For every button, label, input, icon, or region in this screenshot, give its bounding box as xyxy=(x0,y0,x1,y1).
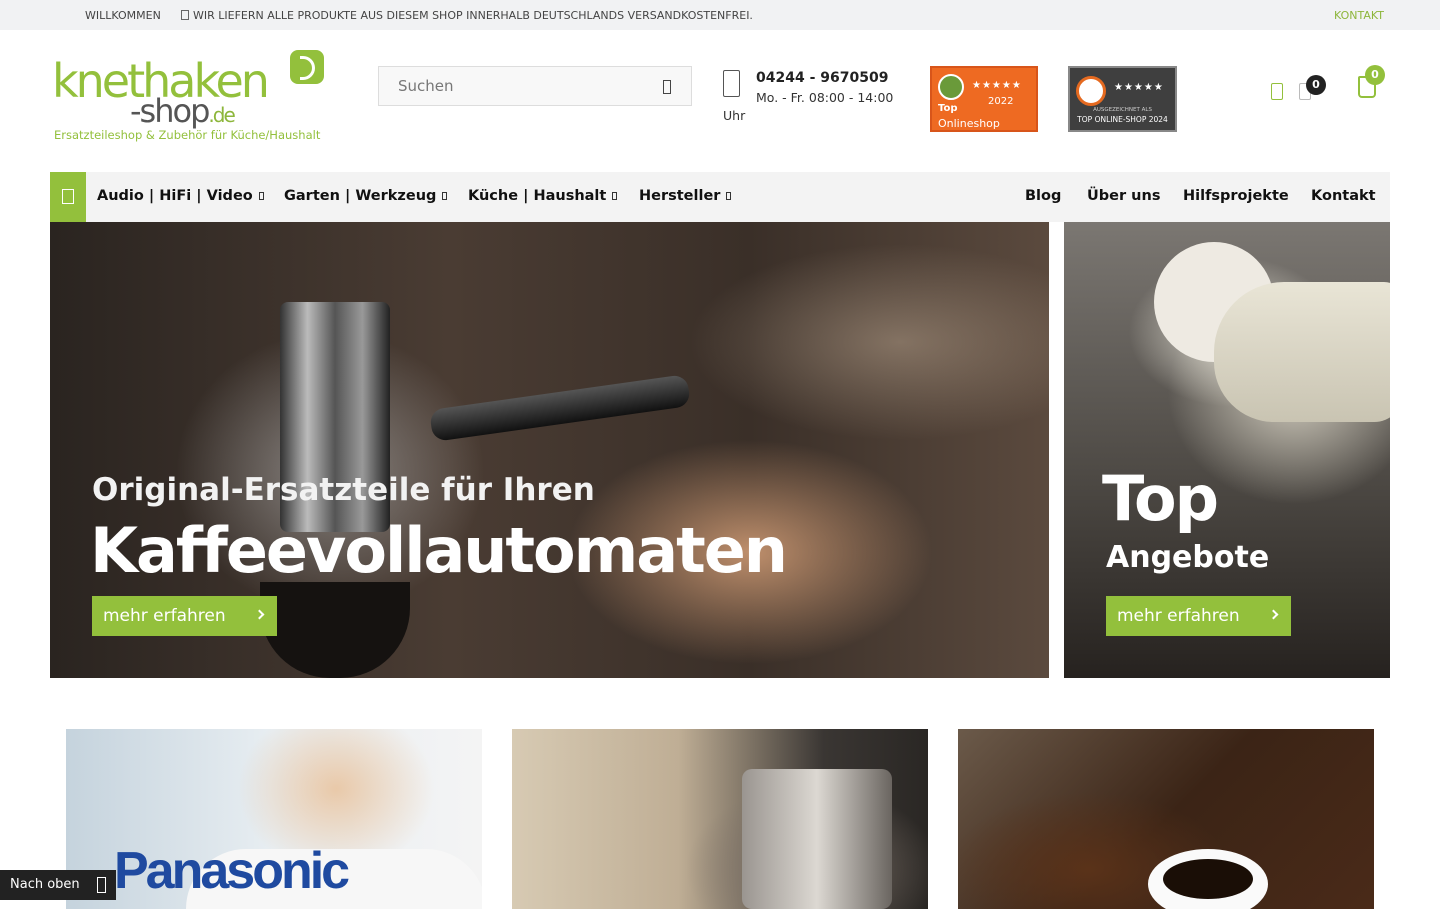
nav-item-hilfsprojekte[interactable]: Hilfsprojekte xyxy=(1183,188,1289,204)
logo-shop-text: -shop xyxy=(130,92,210,130)
back-to-top-button[interactable]: Nach oben xyxy=(0,870,116,900)
chevron-down-icon xyxy=(726,192,732,200)
opening-hours-suffix: Uhr xyxy=(723,108,746,123)
search-icon xyxy=(663,80,671,94)
logo-word-shop: -shop.de xyxy=(130,92,236,130)
panasonic-logo: Panasonic xyxy=(114,842,350,900)
side-banner-title: Top xyxy=(1102,462,1219,535)
badge-stars: ★★★★★ xyxy=(1114,82,1164,93)
badge-year: 2022 xyxy=(988,96,1014,107)
chevron-down-icon xyxy=(442,192,448,200)
badge-top-label: Top xyxy=(938,103,958,114)
nav-item-ueber-uns[interactable]: Über uns xyxy=(1087,188,1160,204)
badge-small-caption: AUSGEZEICHNET ALS xyxy=(1093,107,1152,113)
top-info-bar: WILLKOMMEN WIR LIEFERN ALLE PRODUKTE AUS… xyxy=(0,0,1440,30)
badge-stars: ★★★★★ xyxy=(972,80,1022,91)
arrow-up-icon xyxy=(97,877,106,893)
phone-icon xyxy=(723,70,740,97)
side-banner-top-angebote[interactable]: Top Angebote mehr erfahren xyxy=(1064,222,1390,678)
nav-item-audio-hifi-video[interactable]: Audio | HiFi | Video xyxy=(97,188,264,204)
category-tile-coffee[interactable] xyxy=(958,729,1374,909)
main-navigation: Audio | HiFi | Video Garten | Werkzeug K… xyxy=(50,172,1390,222)
welcome-text: WILLKOMMEN xyxy=(85,9,161,22)
chevron-right-icon xyxy=(1268,609,1279,620)
badge-onlineshop-label: Onlineshop xyxy=(938,117,1000,130)
nav-item-hersteller[interactable]: Hersteller xyxy=(639,188,732,204)
nav-item-label: Küche | Haushalt xyxy=(468,188,607,204)
hero-subtitle: Original-Ersatzteile für Ihren xyxy=(92,472,595,508)
nav-item-kueche-haushalt[interactable]: Küche | Haushalt xyxy=(468,188,618,204)
shipping-text: WIR LIEFERN ALLE PRODUKTE AUS DIESEM SHO… xyxy=(193,9,753,22)
search-box xyxy=(378,66,692,106)
nav-item-garten-werkzeug[interactable]: Garten | Werkzeug xyxy=(284,188,448,204)
search-button[interactable] xyxy=(659,78,675,96)
hero-more-button[interactable]: mehr erfahren xyxy=(92,596,277,636)
logo-tagline: Ersatzteileshop & Zubehör für Küche/Haus… xyxy=(54,128,321,142)
search-input[interactable] xyxy=(379,67,649,105)
nav-item-label: Hersteller xyxy=(639,188,721,204)
logo-mark-icon xyxy=(290,50,324,84)
checkmark-seal-icon xyxy=(938,74,964,100)
trust-badge-2022[interactable]: ★★★★★ 2022 Top Onlineshop xyxy=(930,66,1038,132)
logo-tld: .de xyxy=(208,103,235,127)
side-banner-subtitle: Angebote xyxy=(1106,540,1270,575)
home-button[interactable] xyxy=(50,172,86,222)
coffee-image xyxy=(1163,859,1253,899)
hero-title: Kaffeevollautomaten xyxy=(90,514,788,587)
chevron-right-icon xyxy=(254,609,265,620)
phone-number[interactable]: 04244 - 9670509 xyxy=(756,70,888,86)
wishlist-icon[interactable] xyxy=(1271,83,1283,100)
nav-item-blog[interactable]: Blog xyxy=(1025,188,1061,204)
espresso-machine-image xyxy=(742,769,892,909)
nav-item-kontakt[interactable]: Kontakt xyxy=(1311,188,1376,204)
home-icon xyxy=(62,189,74,204)
site-logo[interactable]: knethaken -shop.de Ersatzteileshop & Zub… xyxy=(52,48,332,148)
hero-more-label: mehr erfahren xyxy=(103,606,226,626)
topbar-contact-link[interactable]: KONTAKT xyxy=(1334,9,1384,22)
portafilter-image xyxy=(429,374,691,442)
chevron-down-icon xyxy=(612,192,618,200)
category-tile-panasonic[interactable]: Panasonic xyxy=(66,729,482,909)
truck-icon xyxy=(181,10,189,20)
trust-badge-2024[interactable]: ★★★★★ AUSGEZEICHNET ALS TOP ONLINE-SHOP … xyxy=(1068,66,1177,132)
back-to-top-label: Nach oben xyxy=(10,877,80,892)
category-tile-espresso-machine[interactable] xyxy=(512,729,928,909)
nav-item-label: Garten | Werkzeug xyxy=(284,188,437,204)
hero-banner-kaffeevollautomaten[interactable]: Original-Ersatzteile für Ihren Kaffeevol… xyxy=(50,222,1049,678)
stand-mixer-image xyxy=(1214,282,1390,422)
side-more-label: mehr erfahren xyxy=(1117,606,1240,626)
badge-top-online-shop-label: TOP ONLINE-SHOP 2024 xyxy=(1077,115,1168,124)
cart-count-badge: 0 xyxy=(1365,65,1385,85)
espresso-cup-image xyxy=(260,582,410,678)
checkmark-seal-icon xyxy=(1076,76,1106,106)
nav-item-label: Audio | HiFi | Video xyxy=(97,188,253,204)
compare-count-badge: 0 xyxy=(1306,75,1326,95)
chevron-down-icon xyxy=(258,192,264,200)
opening-hours: Mo. - Fr. 08:00 - 14:00 xyxy=(756,90,894,105)
side-more-button[interactable]: mehr erfahren xyxy=(1106,596,1291,636)
shipping-notice: WIR LIEFERN ALLE PRODUKTE AUS DIESEM SHO… xyxy=(181,9,753,22)
